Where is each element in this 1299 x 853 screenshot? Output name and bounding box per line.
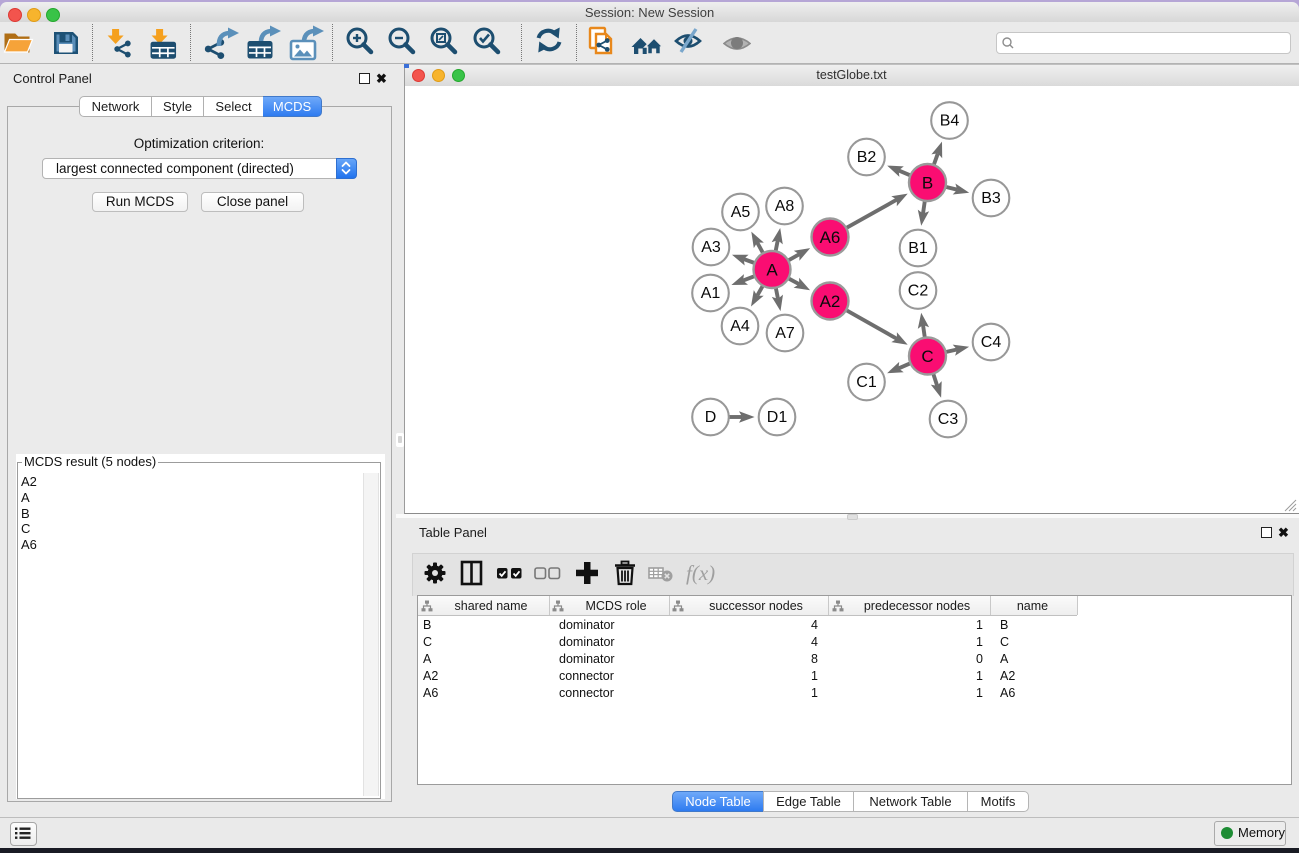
svg-text:C1: C1 xyxy=(856,374,877,391)
svg-text:B2: B2 xyxy=(857,149,877,166)
svg-text:C2: C2 xyxy=(908,283,929,300)
svg-text:B1: B1 xyxy=(908,240,928,257)
svg-text:A5: A5 xyxy=(731,204,751,221)
svg-text:A: A xyxy=(766,261,778,280)
svg-text:B: B xyxy=(922,174,933,193)
svg-text:B4: B4 xyxy=(940,113,960,130)
svg-text:A1: A1 xyxy=(701,285,721,302)
svg-text:D1: D1 xyxy=(767,409,788,426)
svg-text:A6: A6 xyxy=(820,228,841,247)
svg-text:A3: A3 xyxy=(701,239,721,256)
svg-text:B3: B3 xyxy=(981,190,1001,207)
svg-text:C3: C3 xyxy=(938,411,959,428)
svg-text:A4: A4 xyxy=(730,318,750,335)
svg-text:C4: C4 xyxy=(981,334,1002,351)
svg-text:A8: A8 xyxy=(775,198,795,215)
svg-text:C: C xyxy=(921,347,933,366)
svg-text:A2: A2 xyxy=(820,292,841,311)
svg-text:D: D xyxy=(705,409,717,426)
svg-text:A7: A7 xyxy=(775,325,795,342)
